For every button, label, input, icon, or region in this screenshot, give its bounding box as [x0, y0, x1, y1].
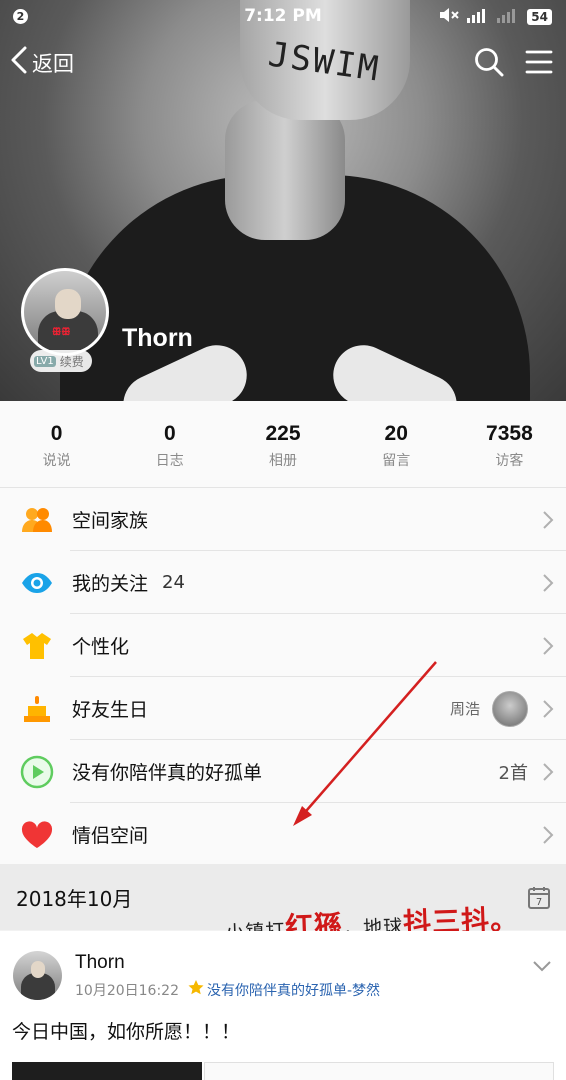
menu-item-label: 没有你陪伴真的好孤单: [72, 762, 263, 784]
stat-label: 留言: [382, 453, 411, 469]
post-image[interactable]: [12, 1062, 202, 1080]
level-label: LV1: [34, 355, 56, 367]
feed-post: Thorn 10月20日16:22 没有你陪伴真的好孤单-梦然 今日中国，如你所…: [0, 931, 566, 1080]
post-music-link[interactable]: 没有你陪伴真的好孤单-梦然: [187, 979, 380, 1001]
back-label: 返回: [32, 51, 74, 76]
stat-value: 0: [50, 422, 63, 445]
signal-icon-2: [497, 7, 519, 27]
menu-button[interactable]: [525, 50, 553, 78]
stat-label: 说说: [42, 453, 71, 469]
menu-item-label: 好友生日: [72, 699, 149, 721]
family-icon: [0, 506, 72, 534]
hamburger-icon: [525, 49, 553, 80]
music-star-icon: [187, 979, 205, 1001]
calendar-icon[interactable]: 7: [527, 886, 551, 914]
menu-item-label: 空间家族: [72, 510, 149, 532]
cover-neck: [225, 100, 345, 240]
stat-value: 20: [384, 422, 408, 445]
stat-visitors[interactable]: 7358 访客: [453, 401, 566, 487]
tshirt-icon: [0, 632, 72, 660]
chevron-left-icon: [10, 46, 28, 79]
cake-icon: [0, 694, 72, 724]
menu-item-label: 个性化: [72, 636, 130, 658]
profile-avatar[interactable]: ꕥꕥ: [21, 268, 109, 356]
search-icon: [474, 47, 504, 82]
menu-item-couple-space[interactable]: 情侣空间: [0, 803, 566, 866]
menu-item-following[interactable]: 我的关注 24: [0, 551, 566, 614]
signal-icon: [467, 7, 489, 27]
menu-item-family[interactable]: 空间家族: [0, 488, 566, 551]
song-count: 2首: [498, 762, 528, 784]
friend-name: 周浩: [449, 700, 480, 718]
friend-avatar: [492, 690, 528, 727]
chevron-right-icon: [542, 825, 554, 849]
menu-item-personalize[interactable]: 个性化: [0, 614, 566, 677]
post-attachment-card[interactable]: [204, 1062, 554, 1080]
post-text: 今日中国，如你所愿！！！: [12, 1021, 241, 1043]
following-count: 24: [162, 572, 185, 593]
menu-item-birthdays[interactable]: 好友生日 周浩: [0, 677, 566, 740]
back-button[interactable]: 返回: [10, 46, 74, 79]
chevron-down-icon[interactable]: [532, 957, 552, 976]
stat-label: 日志: [155, 453, 184, 469]
birthday-friend: 周浩: [449, 690, 528, 727]
profile-name: Thorn: [122, 324, 193, 352]
eye-icon: [0, 572, 72, 594]
status-bar: 2 7:12 PM 54: [0, 0, 566, 32]
stat-label: 相册: [269, 453, 297, 469]
stat-albums[interactable]: 225 相册: [226, 401, 339, 487]
battery-indicator: 54: [527, 9, 552, 25]
section-date: 2018年10月: [16, 887, 133, 911]
chevron-right-icon: [542, 762, 554, 786]
stat-posts[interactable]: 0 说说: [0, 401, 113, 487]
calendar-day: 7: [536, 897, 542, 908]
chevron-right-icon: [542, 699, 554, 723]
menu-list: 空间家族 我的关注 24 个性化 好友生日 周浩 没有你陪伴真的好孤单 2首 情…: [0, 488, 566, 866]
post-datetime: 10月20日16:22: [75, 983, 179, 999]
stat-value: 0: [163, 422, 176, 445]
menu-item-label: 情侣空间: [72, 825, 149, 847]
heart-icon: [0, 820, 72, 849]
mute-icon: [439, 7, 460, 27]
chevron-right-icon: [542, 573, 554, 597]
stat-label: 访客: [495, 453, 524, 469]
search-button[interactable]: [474, 47, 506, 82]
post-meta: 10月20日16:22 没有你陪伴真的好孤单-梦然: [75, 979, 380, 1001]
stats-bar: 0 说说 0 日志 225 相册 20 留言 7358 访客: [0, 401, 566, 488]
music-title: 没有你陪伴真的好孤单-梦然: [206, 983, 381, 999]
stat-value: 7358: [486, 422, 533, 445]
stat-messages[interactable]: 20 留言: [340, 401, 453, 487]
play-icon: [0, 755, 72, 789]
vip-badge[interactable]: LV1 续费: [30, 350, 92, 372]
chevron-right-icon: [542, 636, 554, 660]
menu-item-music[interactable]: 没有你陪伴真的好孤单 2首: [0, 740, 566, 803]
renew-label: 续费: [59, 354, 84, 369]
post-avatar[interactable]: [13, 951, 62, 1000]
chevron-right-icon: [542, 510, 554, 534]
stat-blogs[interactable]: 0 日志: [113, 401, 226, 487]
menu-item-label: 我的关注: [72, 573, 149, 595]
post-author[interactable]: Thorn: [75, 952, 125, 974]
stat-value: 225: [265, 422, 301, 445]
